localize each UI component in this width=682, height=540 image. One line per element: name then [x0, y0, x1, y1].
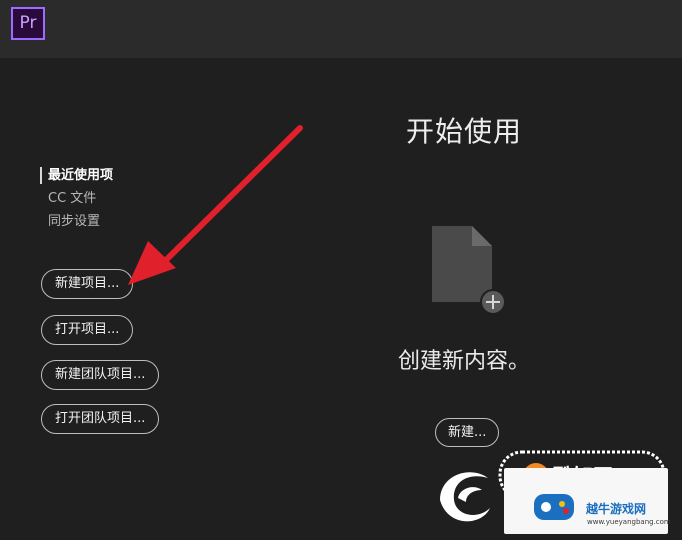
swirl-logo-watermark	[440, 472, 490, 522]
watermark-secondary-url: www.yueyangbang.com	[587, 518, 671, 526]
watermark-secondary-title: 越牛游戏网	[586, 502, 647, 516]
game-controller-icon	[534, 494, 574, 520]
